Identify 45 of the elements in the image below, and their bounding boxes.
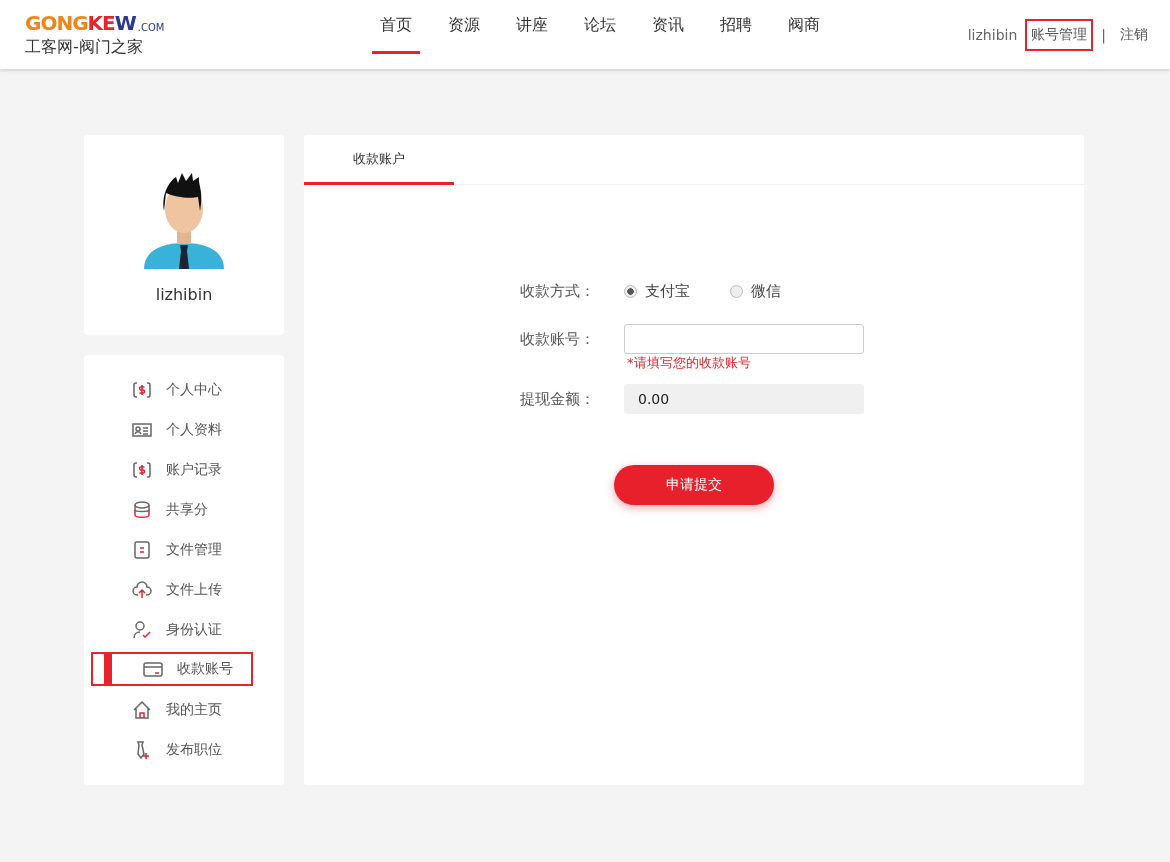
sidebar-item[interactable]: 个人资料 — [84, 410, 284, 450]
error-hint: *请填写您的收款账号 — [627, 354, 752, 372]
field-label: 收款账号： — [519, 329, 595, 349]
username: lizhibin — [967, 26, 1018, 43]
separator: | — [1101, 26, 1106, 43]
sidebar-item[interactable]: 文件管理 — [84, 530, 284, 570]
sidebar-item[interactable]: 共享分 — [84, 490, 284, 530]
radio-option[interactable]: 微信 — [730, 281, 781, 301]
profile-name: lizhibin — [155, 285, 213, 304]
amount-field[interactable]: 0.00 — [624, 384, 864, 414]
home-icon — [132, 700, 152, 720]
nav-link[interactable]: 招聘 — [712, 0, 760, 54]
cloud-upload-icon — [132, 580, 152, 600]
nav-link[interactable]: 讲座 — [508, 0, 556, 54]
sidebar-item[interactable]: 我的主页 — [84, 690, 284, 730]
field-label: 收款方式： — [519, 281, 595, 301]
logo-domain: .COM — [137, 21, 165, 34]
submit-button[interactable]: 申请提交 — [614, 465, 774, 505]
card-icon — [143, 659, 163, 679]
sidebar-item[interactable]: 身份认证 — [84, 610, 284, 650]
sidebar-item[interactable]: 发布职位 — [84, 730, 284, 770]
logout-link[interactable]: 注销 — [1114, 18, 1154, 51]
dollar-icon — [132, 460, 152, 480]
user-check-icon — [132, 620, 152, 640]
database-icon — [132, 500, 152, 520]
nav-link[interactable]: 资源 — [440, 0, 488, 54]
dollar-icon — [132, 380, 152, 400]
tab[interactable]: 收款账户 — [304, 135, 454, 185]
sidebar-item[interactable]: 账户记录 — [84, 450, 284, 490]
document-icon — [132, 540, 152, 560]
sidebar-item[interactable]: 文件上传 — [84, 570, 284, 610]
nav-link[interactable]: 资讯 — [644, 0, 692, 54]
sidebar-item[interactable]: 个人中心 — [84, 370, 284, 410]
nav-link[interactable]: 阀商 — [780, 0, 828, 54]
radio-option[interactable]: 支付宝 — [624, 281, 690, 301]
logo-wordmark: GONGKEW — [25, 11, 136, 34]
sidebar-item[interactable]: 收款账号 — [91, 652, 253, 686]
id-card-icon — [132, 420, 152, 440]
input-field[interactable] — [624, 324, 864, 354]
nav-link[interactable]: 首页 — [372, 0, 420, 54]
logo-tagline: 工客网-阀门之家 — [25, 36, 144, 58]
nav-link[interactable]: 论坛 — [576, 0, 624, 54]
active-marker — [104, 654, 112, 684]
field-label: 提现金额： — [519, 389, 595, 409]
account-link[interactable]: 账号管理 — [1025, 18, 1094, 51]
